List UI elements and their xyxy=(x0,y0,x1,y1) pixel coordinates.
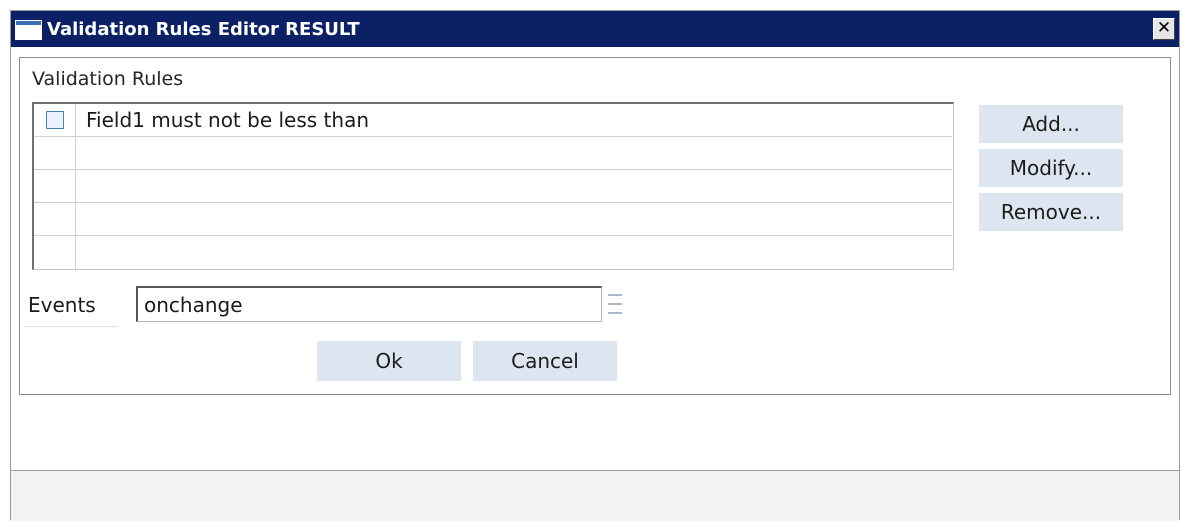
close-button[interactable]: ✕ xyxy=(1153,18,1175,40)
window-icon xyxy=(15,20,42,40)
row-checkbox-cell xyxy=(34,170,76,202)
close-icon: ✕ xyxy=(1156,18,1172,38)
row-checkbox-cell xyxy=(34,104,76,136)
modify-button[interactable]: Modify... xyxy=(978,148,1124,188)
row-checkbox-cell xyxy=(34,203,76,235)
add-button[interactable]: Add... xyxy=(978,104,1124,144)
events-label: Events xyxy=(28,293,96,317)
table-row[interactable]: Field1 must not be less than xyxy=(34,104,952,137)
validation-rules-editor-window: Validation Rules Editor RESULT ✕ Validat… xyxy=(10,10,1180,521)
table-row[interactable] xyxy=(34,236,952,269)
events-label-underline xyxy=(24,326,118,327)
row-checkbox[interactable] xyxy=(46,111,64,129)
row-checkbox-cell xyxy=(34,137,76,169)
validation-rules-panel: Validation Rules Field1 must not be less… xyxy=(19,57,1171,395)
table-row[interactable] xyxy=(34,137,952,170)
table-row[interactable] xyxy=(34,170,952,203)
title-bar: Validation Rules Editor RESULT ✕ xyxy=(11,11,1179,47)
table-row[interactable] xyxy=(34,203,952,236)
ok-button[interactable]: Ok xyxy=(316,340,462,382)
status-bar xyxy=(11,471,1179,521)
rules-table: Field1 must not be less than xyxy=(32,102,954,270)
remove-button[interactable]: Remove... xyxy=(978,192,1124,232)
rule-text: Field1 must not be less than xyxy=(86,108,369,132)
row-checkbox-cell xyxy=(34,236,76,269)
cancel-button[interactable]: Cancel xyxy=(472,340,618,382)
list-lookup-icon[interactable] xyxy=(608,294,622,314)
events-input[interactable] xyxy=(136,286,602,322)
window-title: Validation Rules Editor RESULT xyxy=(47,19,360,40)
validation-rules-label: Validation Rules xyxy=(32,68,184,90)
